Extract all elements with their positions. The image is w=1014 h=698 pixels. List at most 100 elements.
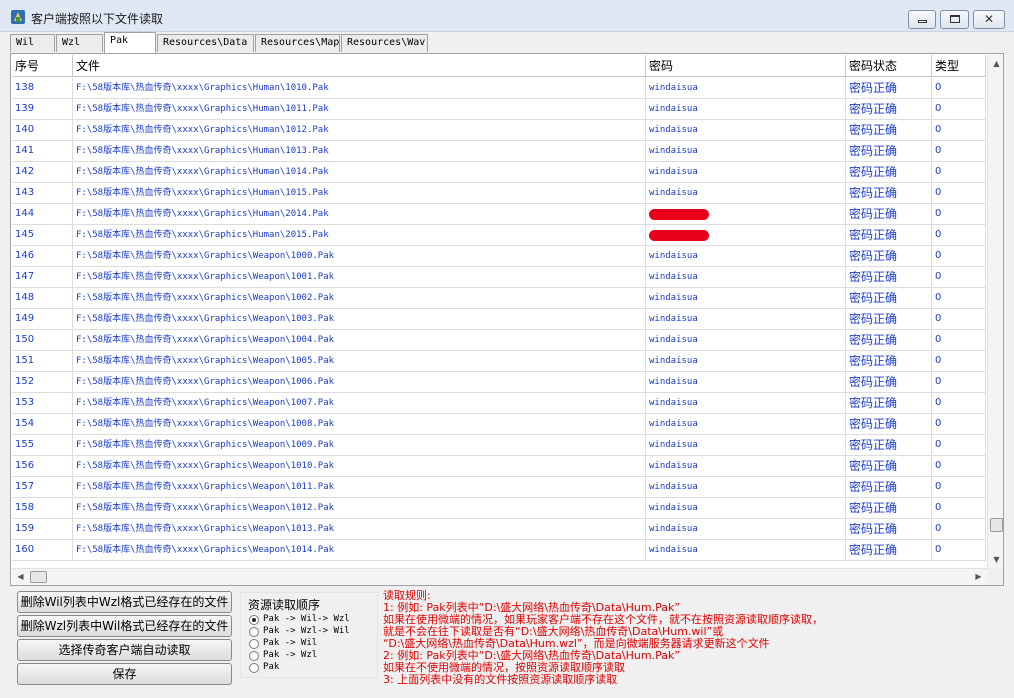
table-row[interactable]: 143 F:\58版本库\热血传奇\xxxx\Graphics\Human\101…	[12, 183, 986, 204]
cell-password: windaisua	[646, 246, 846, 266]
cell-file: F:\58版本库\热血传奇\xxxx\Graphics\Human\1015.P…	[73, 183, 646, 203]
cell-file: F:\58版本库\热血传奇\xxxx\Graphics\Weapon\1012.…	[73, 498, 646, 518]
table-row[interactable]: 156 F:\58版本库\热血传奇\xxxx\Graphics\Weapon\10…	[12, 456, 986, 477]
vertical-scrollbar[interactable]: ▲ ▼	[987, 55, 1003, 568]
cell-status: 密码正确	[846, 288, 932, 308]
save-button[interactable]: 保存	[17, 663, 232, 685]
vertical-scroll-thumb[interactable]	[990, 518, 1003, 532]
table-row[interactable]: 141 F:\58版本库\热血传奇\xxxx\Graphics\Human\101…	[12, 141, 986, 162]
minimize-button[interactable]	[908, 10, 936, 29]
table-row[interactable]: 146 F:\58版本库\热血传奇\xxxx\Graphics\Weapon\10…	[12, 246, 986, 267]
cell-status: 密码正确	[846, 540, 932, 560]
table-row[interactable]: 155 F:\58版本库\热血传奇\xxxx\Graphics\Weapon\10…	[12, 435, 986, 456]
horizontal-scroll-thumb[interactable]	[30, 571, 47, 583]
cell-file: F:\58版本库\热血传奇\xxxx\Graphics\Weapon\1005.…	[73, 351, 646, 371]
radio-label: Pak	[263, 662, 280, 672]
table-row[interactable]: 158 F:\58版本库\热血传奇\xxxx\Graphics\Weapon\10…	[12, 498, 986, 519]
table-row[interactable]: 140 F:\58版本库\热血传奇\xxxx\Graphics\Human\101…	[12, 120, 986, 141]
table-row[interactable]: 138 F:\58版本库\热血传奇\xxxx\Graphics\Human\101…	[12, 78, 986, 99]
table-row[interactable]: 149 F:\58版本库\热血传奇\xxxx\Graphics\Weapon\10…	[12, 309, 986, 330]
cell-file: F:\58版本库\热血传奇\xxxx\Graphics\Weapon\1014.…	[73, 540, 646, 560]
scroll-down-icon[interactable]: ▼	[988, 551, 1003, 568]
cell-type: 0	[932, 162, 986, 182]
cell-id: 141	[12, 141, 73, 161]
cell-status: 密码正确	[846, 141, 932, 161]
cell-password: windaisua	[646, 456, 846, 476]
table-row[interactable]: 147 F:\58版本库\热血传奇\xxxx\Graphics\Weapon\10…	[12, 267, 986, 288]
cell-password: windaisua	[646, 120, 846, 140]
cell-status: 密码正确	[846, 99, 932, 119]
radio-button[interactable]	[249, 639, 259, 649]
cell-status: 密码正确	[846, 78, 932, 98]
scroll-right-icon[interactable]: ▶	[970, 569, 987, 585]
cell-file: F:\58版本库\热血传奇\xxxx\Graphics\Weapon\1003.…	[73, 309, 646, 329]
table-row[interactable]: 154 F:\58版本库\热血传奇\xxxx\Graphics\Weapon\10…	[12, 414, 986, 435]
radio-button[interactable]	[249, 651, 259, 661]
table-row[interactable]: 144 F:\58版本库\热血传奇\xxxx\Graphics\Human\201…	[12, 204, 986, 225]
radio-button[interactable]	[249, 663, 259, 673]
cell-type: 0	[932, 393, 986, 413]
cell-id: 143	[12, 183, 73, 203]
cell-password	[646, 225, 846, 245]
horizontal-scrollbar[interactable]: ◀ ▶	[12, 568, 987, 585]
tab-resources-wav[interactable]: Resources\Wav	[341, 34, 428, 52]
column-header-status[interactable]: 密码状态	[846, 55, 932, 77]
column-header-password[interactable]: 密码	[646, 55, 846, 77]
tab-resources-data[interactable]: Resources\Data	[157, 34, 254, 52]
table-row[interactable]: 142 F:\58版本库\热血传奇\xxxx\Graphics\Human\101…	[12, 162, 986, 183]
cell-type: 0	[932, 309, 986, 329]
table-row[interactable]: 153 F:\58版本库\热血传奇\xxxx\Graphics\Weapon\10…	[12, 393, 986, 414]
table-row[interactable]: 148 F:\58版本库\热血传奇\xxxx\Graphics\Weapon\10…	[12, 288, 986, 309]
cell-status: 密码正确	[846, 120, 932, 140]
table-row[interactable]: 157 F:\58版本库\热血传奇\xxxx\Graphics\Weapon\10…	[12, 477, 986, 498]
cell-type: 0	[932, 519, 986, 539]
tab-wil[interactable]: Wil	[10, 34, 55, 52]
cell-password: windaisua	[646, 540, 846, 560]
delete-wzl-duplicates-button[interactable]: 删除Wzl列表中Wil格式已经存在的文件	[17, 615, 232, 637]
column-header-id[interactable]: 序号	[12, 55, 73, 77]
cell-type: 0	[932, 267, 986, 287]
table-row[interactable]: 145 F:\58版本库\热血传奇\xxxx\Graphics\Human\201…	[12, 225, 986, 246]
tab-bar: Wil Wzl Pak Resources\Data Resources\Map…	[10, 32, 1004, 53]
tab-resources-map[interactable]: Resources\Map	[255, 34, 340, 52]
column-header-type[interactable]: 类型	[932, 55, 986, 77]
redaction-mark	[649, 209, 709, 220]
cell-status: 密码正确	[846, 519, 932, 539]
radio-button[interactable]	[249, 627, 259, 637]
table-row[interactable]: 150 F:\58版本库\热血传奇\xxxx\Graphics\Weapon\10…	[12, 330, 986, 351]
tab-wzl[interactable]: Wzl	[56, 34, 103, 52]
cell-file: F:\58版本库\热血传奇\xxxx\Graphics\Human\1012.P…	[73, 120, 646, 140]
table-row[interactable]: 151 F:\58版本库\热血传奇\xxxx\Graphics\Weapon\10…	[12, 351, 986, 372]
table-row[interactable]: 159 F:\58版本库\热血传奇\xxxx\Graphics\Weapon\10…	[12, 519, 986, 540]
cell-password: windaisua	[646, 288, 846, 308]
scroll-up-icon[interactable]: ▲	[988, 55, 1003, 72]
scroll-left-icon[interactable]: ◀	[12, 569, 29, 585]
cell-id: 158	[12, 498, 73, 518]
cell-status: 密码正确	[846, 183, 932, 203]
cell-id: 138	[12, 78, 73, 98]
minimize-icon	[918, 20, 927, 23]
maximize-button[interactable]	[940, 10, 969, 29]
cell-file: F:\58版本库\热血传奇\xxxx\Graphics\Weapon\1010.…	[73, 456, 646, 476]
grid-body: 138 F:\58版本库\热血传奇\xxxx\Graphics\Human\101…	[12, 78, 986, 568]
tab-pak[interactable]: Pak	[104, 32, 156, 53]
table-row[interactable]: 160 F:\58版本库\热血传奇\xxxx\Graphics\Weapon\10…	[12, 540, 986, 561]
delete-wil-duplicates-button[interactable]: 删除Wil列表中Wzl格式已经存在的文件	[17, 591, 232, 613]
cell-id: 160	[12, 540, 73, 560]
cell-password: windaisua	[646, 414, 846, 434]
choose-client-button[interactable]: 选择传奇客户端自动读取	[17, 639, 232, 661]
cell-type: 0	[932, 99, 986, 119]
radio-button[interactable]	[249, 615, 259, 625]
cell-file: F:\58版本库\热血传奇\xxxx\Graphics\Human\1010.P…	[73, 78, 646, 98]
cell-id: 148	[12, 288, 73, 308]
table-row[interactable]: 139 F:\58版本库\热血传奇\xxxx\Graphics\Human\101…	[12, 99, 986, 120]
table-row[interactable]: 152 F:\58版本库\热血传奇\xxxx\Graphics\Weapon\10…	[12, 372, 986, 393]
cell-password: windaisua	[646, 330, 846, 350]
cell-id: 150	[12, 330, 73, 350]
cell-id: 139	[12, 99, 73, 119]
cell-type: 0	[932, 540, 986, 560]
cell-id: 142	[12, 162, 73, 182]
cell-type: 0	[932, 225, 986, 245]
close-button[interactable]: ✕	[973, 10, 1005, 29]
column-header-file[interactable]: 文件	[73, 55, 646, 77]
